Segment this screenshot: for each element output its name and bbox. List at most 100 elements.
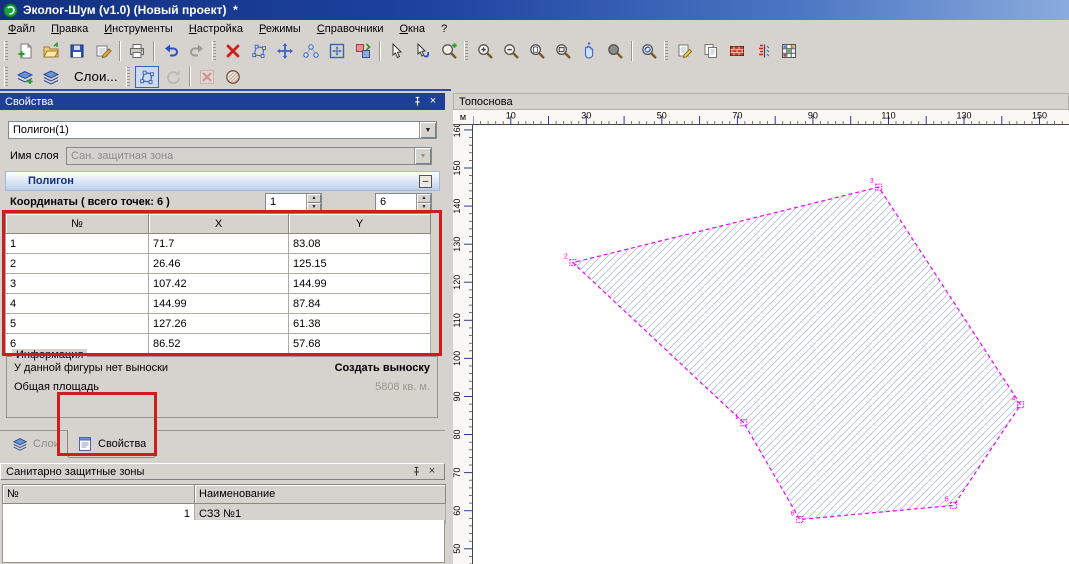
coord-cell[interactable]: 125.15 bbox=[289, 254, 431, 274]
select-button[interactable] bbox=[385, 40, 409, 62]
noise-line-button[interactable] bbox=[751, 40, 775, 62]
rotate-object-button[interactable] bbox=[161, 66, 185, 88]
svg-text:50: 50 bbox=[453, 544, 462, 554]
hatch-zone-button[interactable] bbox=[221, 66, 245, 88]
point-from-stepper[interactable]: 1 ▲▼ bbox=[265, 193, 322, 212]
coord-cell[interactable]: 107.42 bbox=[149, 274, 289, 294]
coord-table-row[interactable]: 4144.9987.84 bbox=[6, 294, 431, 314]
map-panel-title: Топоснова bbox=[459, 96, 513, 108]
toolbar-grip[interactable] bbox=[126, 67, 130, 87]
close-icon[interactable]: × bbox=[426, 95, 440, 108]
coord-cell[interactable]: 26.46 bbox=[149, 254, 289, 274]
coord-cell[interactable]: 1 bbox=[6, 234, 149, 254]
layers-button[interactable] bbox=[39, 66, 63, 88]
panel-top-edge bbox=[0, 89, 451, 91]
coord-cell[interactable]: 57.68 bbox=[289, 334, 431, 354]
delete-object-button[interactable] bbox=[221, 40, 245, 62]
refresh-view-button[interactable] bbox=[637, 40, 661, 62]
print-icon bbox=[128, 42, 146, 60]
menu-item-3[interactable]: Настройка bbox=[181, 21, 251, 37]
coord-cell[interactable]: 87.84 bbox=[289, 294, 431, 314]
create-callout-link[interactable]: Создать выноску bbox=[335, 362, 430, 374]
coord-cell[interactable]: 71.7 bbox=[149, 234, 289, 254]
zoom-page-button[interactable] bbox=[525, 40, 549, 62]
save-project-button[interactable] bbox=[65, 40, 89, 62]
coord-cell[interactable]: 86.52 bbox=[149, 334, 289, 354]
select-object-button[interactable] bbox=[411, 40, 435, 62]
coord-cell[interactable]: 127.26 bbox=[149, 314, 289, 334]
new-project-button[interactable] bbox=[13, 40, 37, 62]
edit-nodes-button[interactable] bbox=[299, 40, 323, 62]
pan-button[interactable] bbox=[577, 40, 601, 62]
menu-item-4[interactable]: Режимы bbox=[251, 21, 309, 37]
collapse-section-button[interactable]: – bbox=[419, 175, 432, 188]
menu-item-6[interactable]: Окна bbox=[391, 21, 433, 37]
coord-cell[interactable]: 61.38 bbox=[289, 314, 431, 334]
draw-polygon-button[interactable] bbox=[135, 66, 159, 88]
menu-item-1[interactable]: Правка bbox=[43, 21, 96, 37]
undo-button[interactable] bbox=[159, 40, 183, 62]
edit-polygon-button[interactable] bbox=[247, 40, 271, 62]
coord-cell[interactable]: 2 bbox=[6, 254, 149, 274]
zoom-in-button[interactable] bbox=[473, 40, 497, 62]
menu-item-0[interactable]: Файл bbox=[0, 21, 43, 37]
zones-table[interactable]: №Наименование 1СЗЗ №1 bbox=[2, 484, 446, 524]
spin-up-icon[interactable]: ▲ bbox=[307, 194, 321, 203]
coord-cell[interactable]: 4 bbox=[6, 294, 149, 314]
spin-down-icon[interactable]: ▼ bbox=[417, 203, 431, 212]
zoom-out-button[interactable] bbox=[499, 40, 523, 62]
map-canvas[interactable]: 123456 bbox=[473, 125, 1069, 564]
open-project-button[interactable] bbox=[39, 40, 63, 62]
fit-view-button[interactable] bbox=[325, 40, 349, 62]
coord-table-row[interactable]: 226.46125.15 bbox=[6, 254, 431, 274]
copy-object-button[interactable] bbox=[351, 40, 375, 62]
toolbar-grip[interactable] bbox=[4, 41, 8, 61]
zoom-window-button[interactable] bbox=[603, 40, 627, 62]
coord-table-row[interactable]: 5127.2661.38 bbox=[6, 314, 431, 334]
redo-button[interactable] bbox=[185, 40, 209, 62]
object-selector[interactable]: Полигон(1) bbox=[8, 121, 437, 139]
pin-icon[interactable] bbox=[410, 95, 424, 108]
coord-table-row[interactable]: 3107.42144.99 bbox=[6, 274, 431, 294]
delete-zone-button[interactable] bbox=[195, 66, 219, 88]
barrier-wall-button[interactable] bbox=[725, 40, 749, 62]
menu-item-5[interactable]: Справочники bbox=[309, 21, 392, 37]
coordinates-table[interactable]: №XY 171.783.08226.46125.153107.42144.994… bbox=[5, 213, 431, 354]
close-icon[interactable]: × bbox=[425, 465, 439, 478]
toolbar-grip[interactable] bbox=[464, 41, 468, 61]
tab-properties[interactable]: Свойства bbox=[67, 430, 156, 458]
edit-project-button[interactable] bbox=[91, 40, 115, 62]
chevron-down-icon[interactable] bbox=[419, 122, 436, 138]
pin-icon[interactable] bbox=[409, 465, 423, 478]
menu-item-7[interactable]: ? bbox=[433, 21, 455, 37]
coord-table-row[interactable]: 171.783.08 bbox=[6, 234, 431, 254]
calc-grid-button[interactable] bbox=[777, 40, 801, 62]
coord-cell[interactable]: 144.99 bbox=[289, 274, 431, 294]
calc-grid-icon bbox=[780, 42, 798, 60]
zones-column-header: № bbox=[3, 485, 195, 504]
polygon-vertex-label: 4 bbox=[1012, 396, 1016, 403]
coord-cell[interactable]: 144.99 bbox=[149, 294, 289, 314]
toolbar-grip[interactable] bbox=[212, 41, 216, 61]
coord-cell[interactable]: 5 bbox=[6, 314, 149, 334]
move-object-button[interactable] bbox=[273, 40, 297, 62]
toolbar-grip[interactable] bbox=[4, 67, 8, 87]
layers-dialog-button[interactable]: Слои... bbox=[65, 66, 123, 88]
zoom-rect-button[interactable] bbox=[551, 40, 575, 62]
coord-cell[interactable]: 83.08 bbox=[289, 234, 431, 254]
edit-layer-button[interactable] bbox=[673, 40, 697, 62]
coord-cell[interactable]: 3 bbox=[6, 274, 149, 294]
print-button[interactable] bbox=[125, 40, 149, 62]
zones-panel-title: Санитарно защитные зоны bbox=[6, 466, 144, 478]
add-layer-button[interactable] bbox=[13, 66, 37, 88]
menu-item-2[interactable]: Инструменты bbox=[96, 21, 181, 37]
spin-up-icon[interactable]: ▲ bbox=[417, 194, 431, 203]
point-to-stepper[interactable]: 6 ▲▼ bbox=[375, 193, 432, 212]
spin-down-icon[interactable]: ▼ bbox=[307, 203, 321, 212]
zoom-area-button[interactable] bbox=[437, 40, 461, 62]
tab-layers[interactable]: Слои bbox=[3, 432, 69, 456]
polygon-vertex-label: 5 bbox=[945, 496, 949, 503]
copy-layer-button[interactable] bbox=[699, 40, 723, 62]
coordinates-label: Координаты ( всего точек: 6 ) bbox=[10, 196, 170, 208]
toolbar-grip[interactable] bbox=[664, 41, 668, 61]
